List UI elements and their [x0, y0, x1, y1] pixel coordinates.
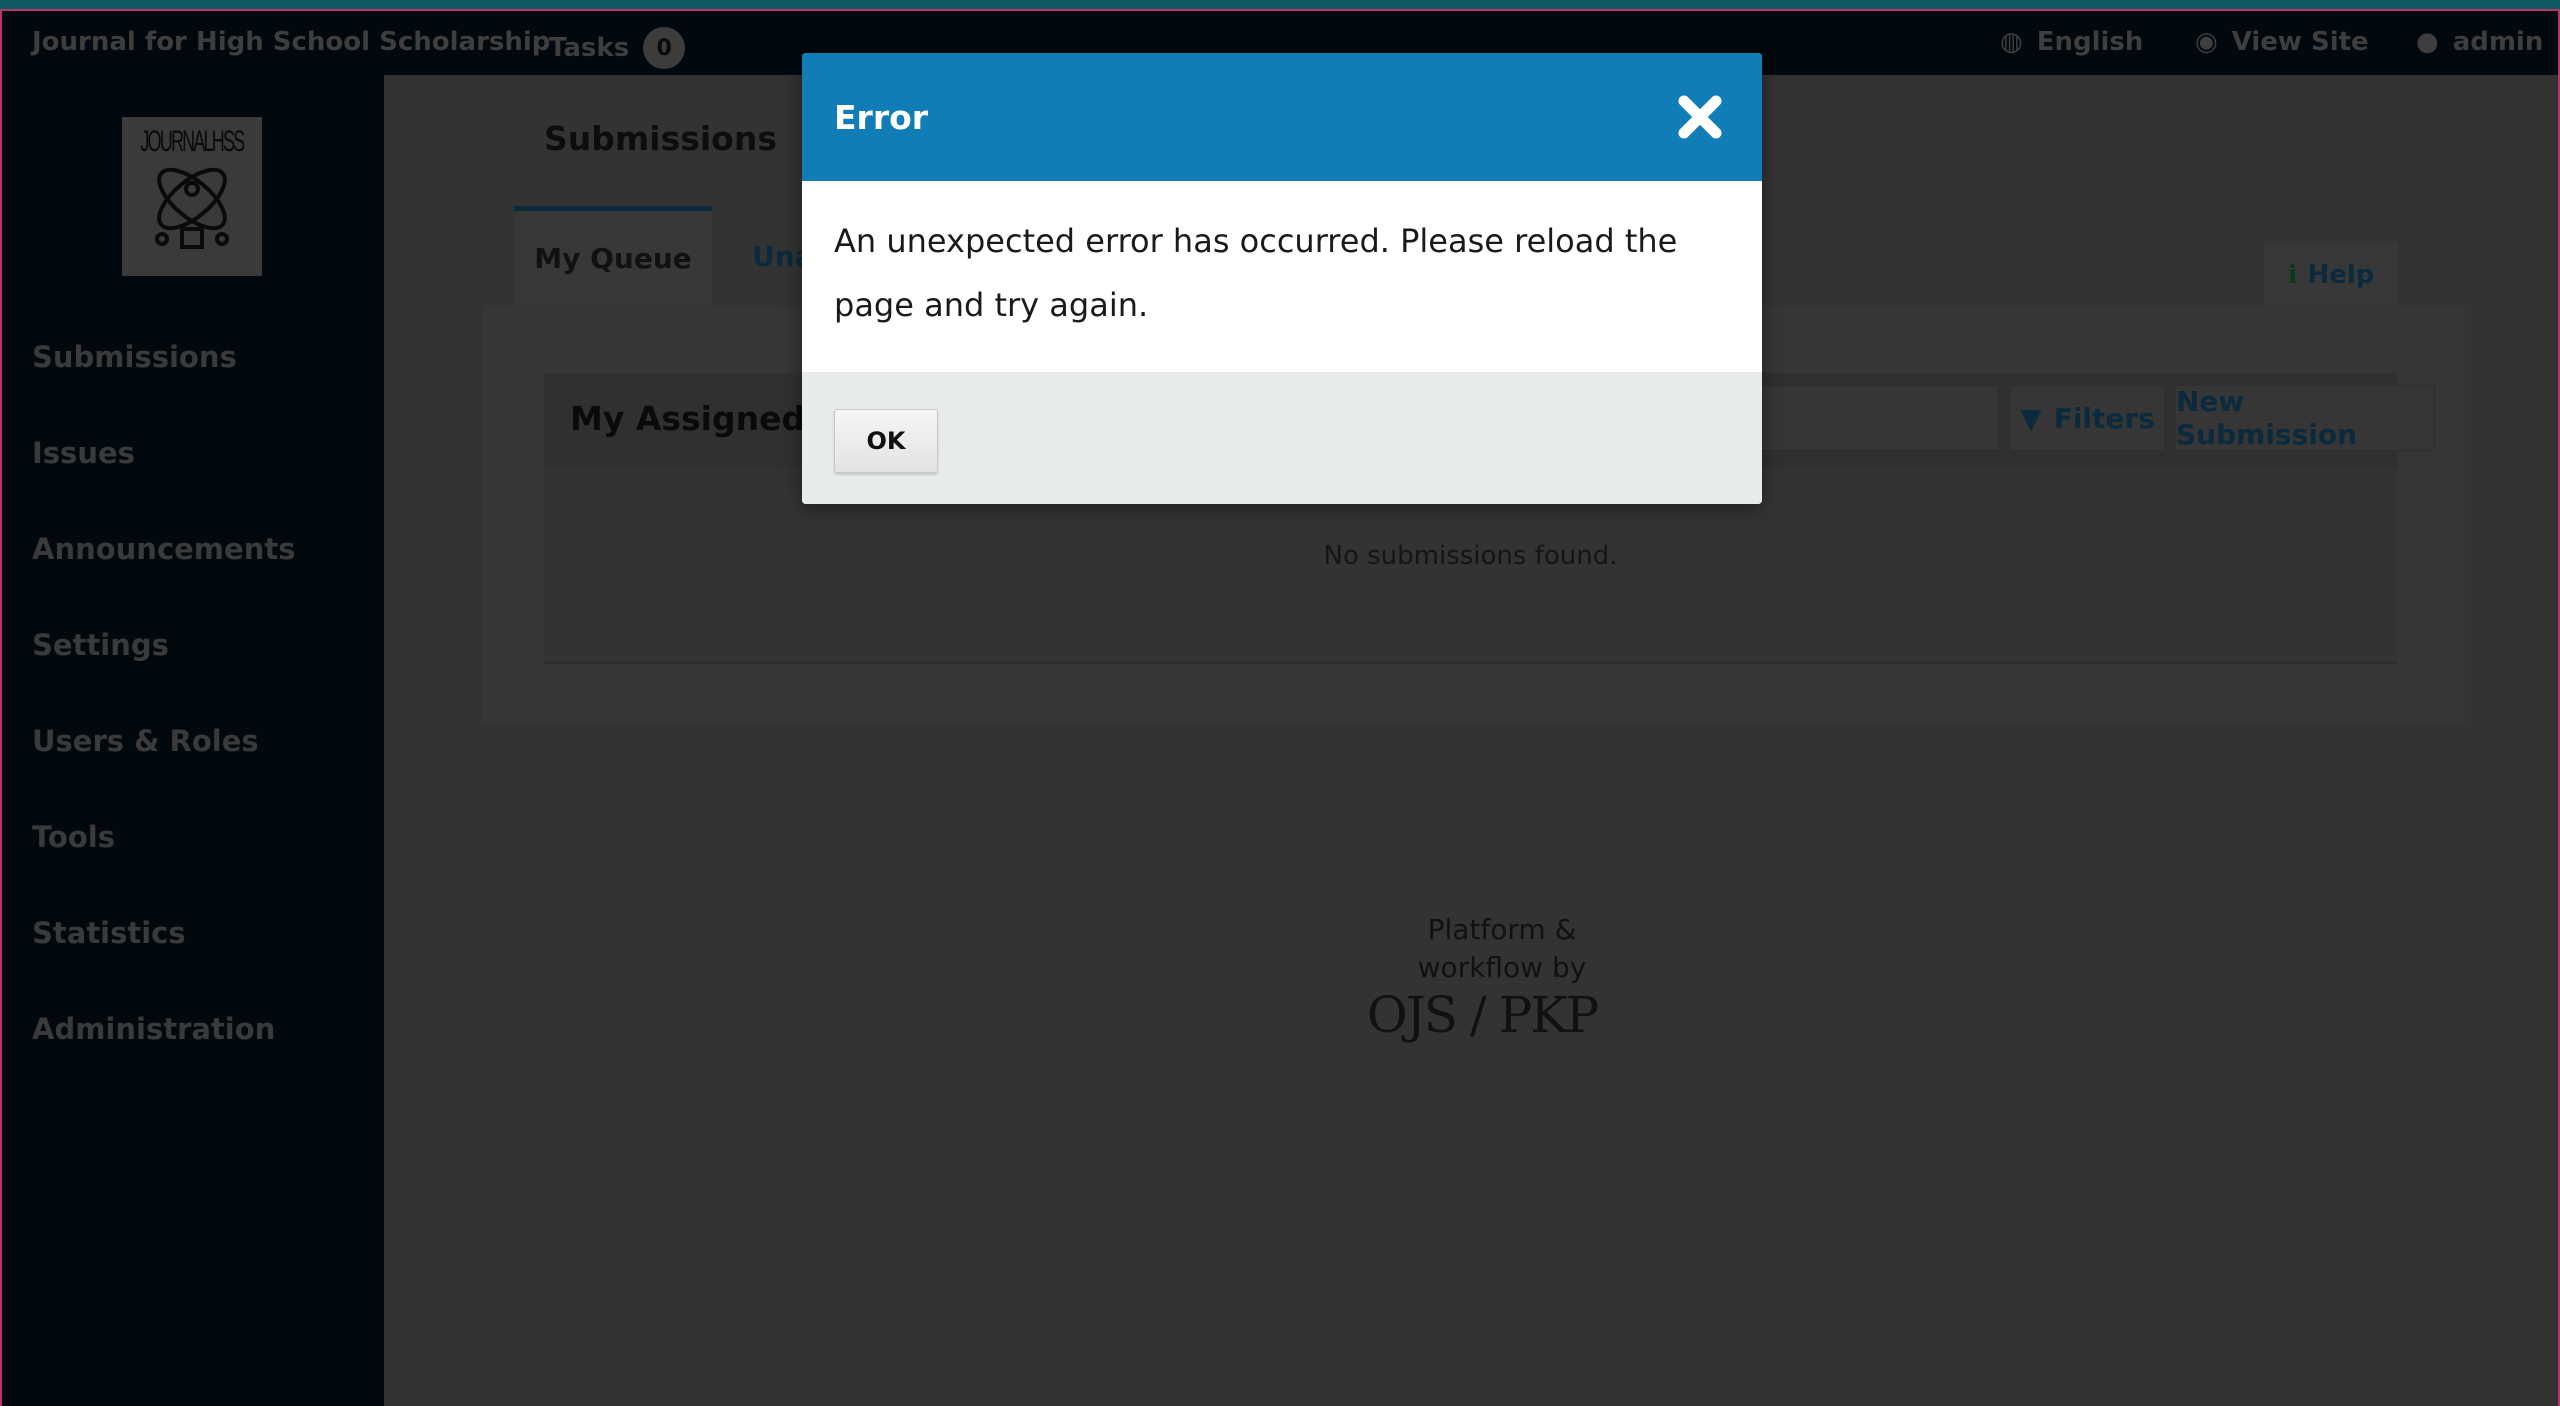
dialog-title: Error	[834, 97, 929, 137]
filter-icon: ▼	[2020, 401, 2042, 435]
help-label: Help	[2307, 259, 2375, 290]
tasks-button[interactable]: Tasks 0	[549, 27, 686, 69]
sidebar: JOURNALHSS Submissions Issues Announceme…	[2, 75, 384, 1406]
logo-text: JOURNALHSS	[140, 125, 245, 158]
sidebar-item-tools[interactable]: Tools	[32, 820, 115, 854]
view-site-link[interactable]: ◉ View Site	[2195, 27, 2369, 57]
sidebar-item-issues[interactable]: Issues	[32, 436, 135, 470]
empty-message: No submissions found.	[1323, 541, 1618, 571]
site-title-link[interactable]: Journal for High School Scholarship	[32, 27, 550, 57]
sidebar-item-submissions[interactable]: Submissions	[32, 340, 237, 374]
app-window: Journal for High School Scholarship Task…	[0, 9, 2560, 1406]
dialog-footer: OK	[802, 372, 1762, 504]
sidebar-item-settings[interactable]: Settings	[32, 628, 169, 662]
ojs-pkp-logo: OJS / PKP	[1366, 986, 1600, 1044]
filters-button[interactable]: ▼ Filters	[2010, 385, 2165, 451]
dialog-header: Error	[802, 53, 1762, 181]
dialog-message: An unexpected error has occurred. Please…	[834, 222, 1678, 324]
globe-icon: ◍	[2000, 27, 2023, 57]
filters-label: Filters	[2053, 401, 2155, 435]
list-title: My Assigned	[570, 399, 806, 438]
new-submission-button[interactable]: New Submission	[2175, 385, 2435, 451]
sidebar-item-users-roles[interactable]: Users & Roles	[32, 724, 259, 758]
footer-line2: workflow by	[1417, 951, 1587, 984]
language-menu[interactable]: ◍ English	[2000, 27, 2143, 57]
tasks-count-badge: 0	[643, 27, 686, 69]
journal-logo[interactable]: JOURNALHSS	[122, 117, 262, 276]
view-site-label: View Site	[2231, 27, 2369, 57]
sidebar-item-administration[interactable]: Administration	[32, 1012, 275, 1046]
error-dialog: Error An unexpected error has occurred. …	[802, 53, 1762, 504]
tab-my-queue[interactable]: My Queue	[514, 206, 712, 306]
close-icon[interactable]	[1676, 93, 1724, 141]
ok-button[interactable]: OK	[834, 409, 938, 473]
lightbulb-atom-icon	[155, 167, 229, 249]
eye-icon: ◉	[2195, 27, 2218, 57]
footer-line1: Platform &	[1427, 913, 1577, 946]
user-label: admin	[2452, 27, 2544, 57]
sidebar-item-announcements[interactable]: Announcements	[32, 532, 295, 566]
language-label: English	[2036, 27, 2144, 57]
page-title: Submissions	[544, 119, 777, 158]
footer-brand[interactable]: Platform & workflow by OJS / PKP	[1302, 911, 1662, 1043]
user-menu[interactable]: ● admin	[2416, 27, 2543, 57]
user-icon: ●	[2416, 27, 2439, 57]
sidebar-item-statistics[interactable]: Statistics	[32, 916, 186, 950]
info-icon: ℹ	[2287, 259, 2298, 290]
help-button[interactable]: ℹ Help	[2264, 243, 2398, 306]
site-title: Journal for High School Scholarship	[32, 27, 551, 57]
tasks-label: Tasks	[549, 33, 630, 63]
